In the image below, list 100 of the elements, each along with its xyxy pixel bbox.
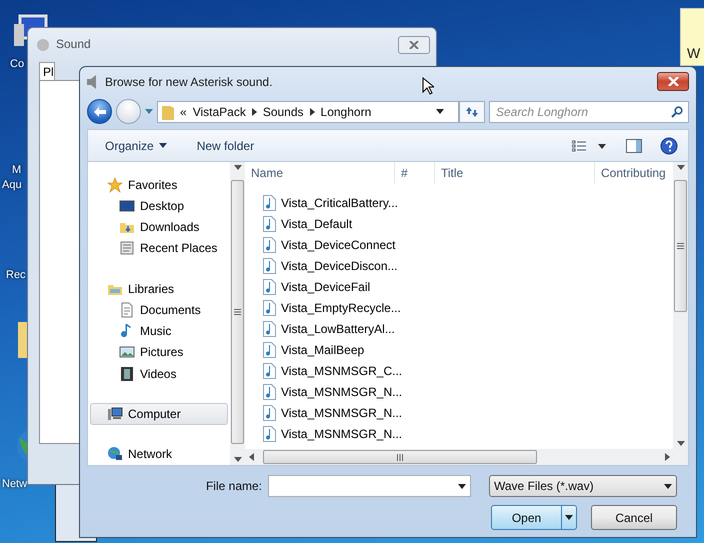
globe-icon — [107, 446, 123, 462]
window-title: Browse for new Asterisk sound. — [105, 74, 272, 89]
breadcrumb-item[interactable]: « — [180, 104, 187, 118]
audio-file-icon — [263, 342, 276, 358]
caret-icon — [664, 484, 672, 488]
toolbar-button[interactable]: Organize — [105, 138, 167, 153]
view-options-icon[interactable] — [572, 140, 608, 152]
file-name[interactable]: Vista_LowBatteryAl... — [281, 322, 395, 336]
help-icon[interactable] — [660, 136, 678, 155]
file-name[interactable]: Vista_EmptyRecycle... — [281, 300, 401, 314]
nav-item[interactable]: Music — [90, 320, 228, 342]
picture-icon — [119, 344, 135, 360]
audio-file-icon — [263, 384, 276, 400]
desktop-icon-label: Netw — [2, 478, 28, 490]
back-arrow-icon — [94, 106, 106, 116]
audio-file-icon — [263, 320, 276, 336]
grip-icon — [397, 454, 403, 460]
breadcrumb-item[interactable]: Longhorn — [320, 104, 372, 118]
caret-icon — [436, 109, 444, 114]
back-button[interactable] — [87, 99, 112, 124]
computer-icon — [107, 406, 123, 422]
caret-icon — [458, 484, 466, 488]
close-button[interactable] — [657, 72, 689, 92]
cursor-icon — [422, 77, 434, 95]
audio-file-icon — [263, 362, 276, 378]
desktop-icon-label: Aqu — [2, 179, 22, 191]
close-icon — [409, 41, 419, 49]
scrollbar[interactable] — [673, 162, 688, 449]
left-arrow-icon — [249, 453, 254, 461]
breadcrumb-item[interactable]: Sounds — [262, 104, 304, 118]
breadcrumb-item[interactable]: VistaPack — [192, 104, 246, 118]
file-name[interactable]: Vista_MailBeep — [281, 342, 364, 356]
right-arrow-icon — [665, 453, 670, 461]
folder-icon — [162, 104, 174, 120]
file-name-field[interactable] — [268, 475, 471, 497]
nav-item[interactable]: Favorites — [90, 174, 228, 196]
up-arrow-icon — [676, 165, 684, 170]
file-name[interactable]: Vista_DeviceDiscon... — [281, 258, 398, 272]
desktop-icon-label: Co — [10, 58, 24, 70]
file-name[interactable]: Vista_DeviceConnect — [281, 238, 396, 252]
chevron-icon — [252, 108, 257, 116]
nav-item[interactable]: Network — [90, 444, 228, 466]
dialog-button[interactable]: Open — [491, 505, 577, 530]
window-title: Sound — [56, 37, 91, 51]
audio-file-icon — [263, 426, 276, 442]
scrollbar[interactable] — [245, 449, 688, 465]
refresh-icon — [465, 106, 479, 118]
file-name[interactable]: Vista_MSNMSGR_C... — [281, 364, 402, 378]
down-arrow-icon — [676, 441, 684, 446]
search-field[interactable]: Search Longhorn — [489, 100, 689, 122]
file-name[interactable]: Vista_MSNMSGR_N... — [281, 384, 402, 398]
file-name[interactable]: Vista_CriticalBattery... — [281, 196, 398, 210]
column-header[interactable]: # — [395, 162, 435, 184]
column-header[interactable]: Name — [245, 162, 395, 184]
nav-item[interactable]: Libraries — [90, 278, 228, 300]
note-text: W — [687, 45, 700, 61]
up-arrow-icon — [234, 165, 242, 170]
file-name[interactable]: Vista_MSNMSGR_N... — [281, 406, 402, 420]
audio-file-icon — [263, 258, 276, 274]
field-label: File name: — [206, 479, 262, 493]
monitor-icon — [119, 198, 135, 214]
star-icon — [107, 176, 123, 193]
audio-file-icon — [263, 278, 276, 294]
column-header[interactable]: Title — [435, 162, 595, 184]
nav-item[interactable]: Downloads — [90, 216, 228, 238]
desktop-icon-label: M — [12, 164, 22, 176]
file-name[interactable]: Vista_MSNMSGR_N... — [281, 426, 402, 440]
nav-item[interactable]: Documents — [90, 299, 228, 321]
nav-item[interactable]: Videos — [90, 362, 228, 384]
file-type-dropdown[interactable]: Wave Files (*.wav) — [489, 475, 677, 497]
toolbar-button[interactable]: New folder — [196, 138, 254, 153]
nav-item[interactable]: Pictures — [90, 342, 228, 363]
chevron-icon — [310, 108, 315, 116]
audio-file-icon — [263, 404, 276, 420]
scrollbar[interactable] — [230, 162, 245, 465]
close-icon — [668, 77, 678, 86]
recent-places-icon — [119, 240, 135, 256]
grip-icon — [677, 243, 684, 249]
nav-item[interactable]: Computer — [90, 403, 228, 425]
desktop-icon-label: Rec — [6, 269, 26, 281]
preview-pane-icon[interactable] — [626, 138, 642, 153]
audio-file-icon — [263, 216, 276, 232]
document-icon — [119, 302, 135, 318]
nav-item[interactable]: Desktop — [90, 195, 228, 216]
refresh-button[interactable] — [459, 100, 485, 122]
nav-item[interactable]: Recent Places — [90, 238, 228, 259]
audio-file-icon — [263, 236, 276, 252]
film-icon — [119, 366, 135, 382]
audio-file-icon — [263, 300, 276, 316]
tab[interactable]: Pl — [39, 62, 55, 80]
caret-icon — [145, 109, 153, 114]
file-name[interactable]: Vista_Default — [281, 216, 352, 230]
grip-icon — [234, 309, 241, 315]
dialog-button[interactable]: Cancel — [591, 505, 677, 530]
caret-icon — [565, 515, 573, 520]
down-arrow-icon — [234, 457, 242, 462]
search-icon — [671, 106, 683, 118]
file-name[interactable]: Vista_DeviceFail — [281, 280, 370, 294]
address-bar[interactable]: « VistaPack Sounds Longhorn — [157, 100, 459, 122]
caret-icon — [158, 143, 167, 148]
